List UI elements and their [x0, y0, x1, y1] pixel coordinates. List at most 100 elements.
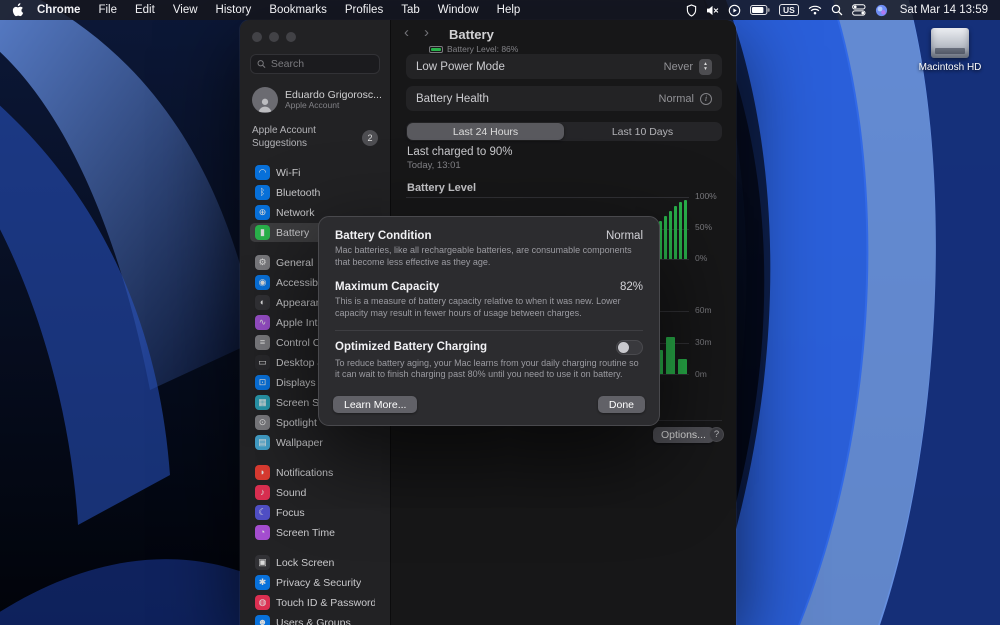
chart-bar: [678, 358, 687, 374]
suggestions-badge: 2: [362, 129, 378, 146]
app-menus: File Edit View History Bookmarks Profiles Tab W…: [89, 4, 529, 16]
maximum-capacity-label: Maximum Capacity: [335, 281, 440, 294]
apple-menu[interactable]: [12, 3, 24, 17]
sidebar-item-notifications[interactable]: ◗ Notifications: [250, 463, 380, 482]
sidebar-item-bluetooth[interactable]: ᛒ Bluetooth: [250, 183, 380, 202]
account-suggestions-label: Apple Account Suggestions: [252, 125, 316, 149]
options-button[interactable]: Options...: [653, 427, 714, 443]
sidebar-item-label: Spotlight: [276, 416, 317, 429]
account-text: Eduardo Grigorosc... Apple Account: [285, 89, 382, 111]
sidebar-item-wifi[interactable]: ◠ Wi-Fi: [250, 163, 380, 182]
ytick-100: 100%: [695, 191, 717, 201]
menu-item[interactable]: History: [207, 4, 261, 16]
search-field[interactable]: [250, 54, 380, 74]
chart-bar: [669, 211, 672, 259]
low-power-mode-selected: Never: [663, 60, 693, 73]
active-app-name[interactable]: Chrome: [28, 4, 89, 16]
search-input[interactable]: [270, 58, 373, 70]
info-icon[interactable]: i: [700, 92, 712, 105]
dialog-buttons: Learn More... Done: [319, 396, 659, 414]
sidebar-item-sound[interactable]: ♪ Sound: [250, 483, 380, 502]
sidebar-item-icon: ⚙: [255, 255, 270, 270]
sidebar-item-label: Lock Screen: [276, 556, 335, 569]
sidebar-item-focus[interactable]: ☾ Focus: [250, 503, 380, 522]
sidebar-item-label: Displays: [276, 376, 316, 389]
optimized-charging-section: Optimized Battery Charging To reduce bat…: [319, 339, 659, 381]
avatar: [252, 87, 278, 113]
control-center-icon[interactable]: [851, 4, 866, 16]
menu-item[interactable]: Window: [429, 4, 488, 16]
period-segment[interactable]: Last 10 Days: [564, 123, 721, 140]
forward-button[interactable]: ›: [424, 25, 429, 40]
menu-item[interactable]: Profiles: [336, 4, 392, 16]
sidebar-item-label: Wallpaper: [276, 436, 323, 449]
ytick-0: 0%: [695, 253, 708, 263]
chart-bar: [679, 202, 682, 259]
mute-icon[interactable]: [706, 5, 719, 16]
chart-bar: [666, 336, 675, 374]
learn-more-button[interactable]: Learn More...: [333, 396, 418, 414]
battery-health-dialog: Battery Condition Normal Mac batteries, …: [318, 216, 660, 427]
sidebar-item-icon: ▦: [255, 395, 270, 410]
sidebar-item-icon: ☾: [255, 505, 270, 520]
shield-icon[interactable]: [686, 3, 697, 17]
person-icon: [258, 98, 272, 113]
keyboard-layout-badge[interactable]: US: [778, 4, 799, 16]
zoom-button[interactable]: [286, 32, 296, 42]
sidebar-item-label: Notifications: [276, 466, 334, 479]
divider: [335, 329, 643, 331]
sidebar-item-icon: ◍: [255, 595, 270, 610]
battery-condition-value: Normal: [605, 230, 643, 242]
menu-item[interactable]: Help: [488, 4, 530, 16]
desktop-icon-macintosh-hd[interactable]: Macintosh HD: [914, 28, 986, 73]
sidebar-item-privacy-security[interactable]: ✱ Privacy & Security: [250, 573, 380, 592]
sidebar-item-lock-screen[interactable]: ▣ Lock Screen: [250, 553, 380, 572]
close-button[interactable]: [252, 32, 262, 42]
status-icons: US Sat Mar 14 13:59: [686, 3, 988, 17]
menubar-clock[interactable]: Sat Mar 14 13:59: [897, 4, 988, 16]
sidebar-item-icon: ✱: [255, 575, 270, 590]
low-power-mode-label: Low Power Mode: [416, 60, 505, 73]
battery-level-summary: Battery Level: 86%: [429, 44, 518, 54]
sidebar-item-users-groups[interactable]: ☻ Users & Groups: [250, 613, 380, 625]
account-row[interactable]: Eduardo Grigorosc... Apple Account: [250, 87, 382, 113]
history-nav: ‹ ›: [404, 25, 429, 40]
done-button[interactable]: Done: [597, 396, 645, 414]
menu-bar: Chrome File Edit View History Bookmarks Profi…: [0, 0, 1000, 20]
battery-level-icon: [429, 45, 443, 53]
menu-item[interactable]: File: [89, 4, 126, 16]
now-playing-icon[interactable]: [728, 4, 741, 17]
minimize-button[interactable]: [269, 32, 279, 42]
sidebar-item-icon: ☻: [255, 615, 270, 625]
siri-icon[interactable]: [875, 4, 888, 17]
optimized-charging-toggle[interactable]: [616, 339, 643, 355]
sidebar-item-icon: ᛒ: [255, 185, 270, 200]
menu-item[interactable]: Edit: [126, 4, 164, 16]
popup-stepper-icon[interactable]: ▴ ▾: [699, 58, 712, 75]
menu-item[interactable]: View: [164, 4, 207, 16]
sidebar-item-icon: ◠: [255, 165, 270, 180]
low-power-mode-value[interactable]: Never ▴ ▾: [663, 58, 712, 75]
battery-condition-section: Battery Condition Normal Mac batteries, …: [319, 230, 659, 268]
sidebar-item-wallpaper[interactable]: ▤ Wallpaper: [250, 433, 380, 452]
maximum-capacity-description: This is a measure of battery capacity re…: [335, 296, 621, 319]
account-suggestions-row[interactable]: Apple Account Suggestions 2: [250, 125, 380, 150]
period-segment[interactable]: Last 24 Hours: [407, 123, 564, 140]
maximum-capacity-section: Maximum Capacity 82% This is a measure o…: [319, 281, 659, 319]
back-button[interactable]: ‹: [404, 25, 409, 40]
help-button[interactable]: ?: [709, 427, 724, 442]
battery-icon[interactable]: [749, 5, 770, 15]
wifi-icon[interactable]: [808, 5, 822, 15]
sidebar-item-icon: ▣: [255, 555, 270, 570]
menu-item[interactable]: Bookmarks: [260, 4, 336, 16]
period-segmented-control: Last 24 Hours Last 10 Days: [406, 122, 722, 141]
sidebar-item-icon: ⊡: [255, 375, 270, 390]
hard-drive-icon: [931, 28, 969, 58]
menu-item[interactable]: Tab: [392, 4, 429, 16]
sidebar-item-screen-time[interactable]: ◔ Screen Time: [250, 523, 380, 542]
sidebar-item-icon: ▮: [255, 225, 270, 240]
apple-logo-icon: [12, 3, 24, 17]
spotlight-icon[interactable]: [831, 4, 843, 16]
sidebar-item-touch-id[interactable]: ◍ Touch ID & Password: [250, 593, 380, 612]
ytick-60m: 60m: [695, 305, 712, 315]
